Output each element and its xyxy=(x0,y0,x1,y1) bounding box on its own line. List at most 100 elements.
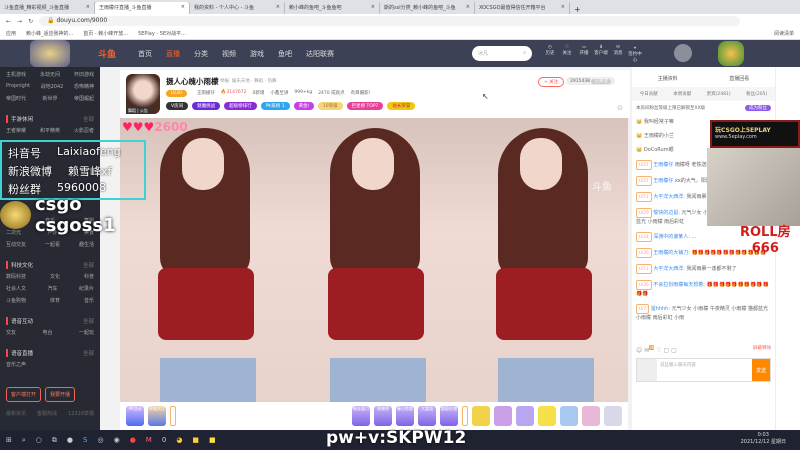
chat-username[interactable]: 不会拉扮雨檬每天想着: xyxy=(653,282,705,288)
chat-username[interactable]: 王雨檬的大铺刀: xyxy=(653,250,690,256)
chat-username[interactable]: 王雨檬仔 xyxy=(653,178,673,184)
sidebar-item[interactable]: 新世界 xyxy=(42,95,57,107)
sidebar-item[interactable]: 主机游戏 xyxy=(6,71,26,83)
chat-username[interactable]: 王雨檬仔 xyxy=(653,162,673,168)
tab-replay[interactable]: 直播回看 xyxy=(729,75,749,82)
bookmark[interactable]: 应用 xyxy=(6,30,16,37)
gift-pk[interactable]: PK活动 xyxy=(126,406,144,426)
sidebar-item[interactable]: 恐怖精神 xyxy=(74,83,94,95)
location-icon[interactable]: ⌖ 签约中心 xyxy=(628,45,642,63)
app-icon[interactable]: M xyxy=(146,436,152,444)
avatar-tag[interactable]: 公告 xyxy=(140,108,148,113)
sidebar-item[interactable]: 战地2042 xyxy=(41,83,64,95)
user-avatar[interactable] xyxy=(674,44,692,62)
start-broadcast-button[interactable]: 我要开播 xyxy=(45,387,76,402)
app-icon[interactable]: ● xyxy=(67,436,73,444)
back-icon[interactable]: ← xyxy=(6,18,11,25)
sidebar-item[interactable]: 趣生活 xyxy=(79,241,94,253)
gift-item[interactable] xyxy=(560,406,578,426)
nav-league[interactable]: 达阳联赛 xyxy=(306,49,334,59)
browser-tab[interactable]: 斗鱼直播_精彩视频_斗鱼直播 × xyxy=(0,2,95,14)
tab-streamer-info[interactable]: 主播资料 xyxy=(658,75,678,82)
broadcast-icon[interactable]: ▭ 开播 xyxy=(577,45,591,56)
follow-icon[interactable]: ♡ 关注 xyxy=(560,45,574,56)
streamer-name[interactable]: 王雨檬仔 xyxy=(197,90,215,97)
start-icon[interactable]: ⊞ xyxy=(6,436,12,444)
video-player[interactable]: ♥♥♥2600 斗鱼 xyxy=(120,118,628,402)
app-icon[interactable]: ■ xyxy=(209,436,216,444)
clock[interactable]: 0:03 2021/12/12 星期日 xyxy=(741,432,786,445)
category-breadcrumb[interactable]: 娱乐天地 · 舞蹈 · 热舞 xyxy=(232,79,277,84)
sidebar-item[interactable]: 一起看 xyxy=(45,241,60,253)
app-icon[interactable]: ◎ xyxy=(97,436,103,444)
sidebar-item[interactable]: 火影忍者 xyxy=(74,127,94,139)
tab-fans[interactable]: 粉丝(205) xyxy=(746,91,767,97)
browser-tab[interactable]: 赖小峰的鱼吧_斗鱼鱼吧 × xyxy=(285,2,380,14)
nav-home[interactable]: 首页 xyxy=(138,49,152,59)
room-badge[interactable]: 黄金I xyxy=(293,102,314,110)
tab-vip[interactable]: 贵宾(2481) xyxy=(707,91,731,97)
gift-item[interactable] xyxy=(582,406,600,426)
url-input[interactable]: 🔒 douyu.com/9000 xyxy=(39,16,740,26)
room-badge[interactable]: 站长荣誉 xyxy=(387,102,416,110)
nav-category[interactable]: 分类 xyxy=(194,49,208,59)
join-fans-button[interactable]: 成为粉丝 xyxy=(745,105,771,111)
sidebar-item[interactable]: 音乐之声 xyxy=(6,361,26,373)
tab-today[interactable]: 今日贡献 xyxy=(640,91,658,97)
history-icon[interactable]: ◷ 历史 xyxy=(543,45,557,56)
gift-item[interactable]: 粉丝荟口 xyxy=(352,406,370,426)
new-tab-icon[interactable]: + xyxy=(570,5,585,14)
sidebar-item[interactable]: 怀旧游戏 xyxy=(74,71,94,83)
nav-live[interactable]: 直播 xyxy=(166,49,180,59)
sidebar-item[interactable]: Propnight xyxy=(6,83,30,95)
send-button[interactable]: 发送 xyxy=(751,359,770,381)
gift-item[interactable]: 大富翁 xyxy=(418,406,436,426)
report-link[interactable]: 举报 xyxy=(220,79,229,84)
sidebar-item[interactable]: 汽车 xyxy=(47,285,57,297)
gift-item[interactable]: 荣誉榜 xyxy=(374,406,392,426)
browser-tab[interactable]: 我的资料 - 个人中心 - 斗鱼 × xyxy=(190,2,285,14)
app-icon[interactable]: ● xyxy=(130,436,136,444)
reload-icon[interactable]: ↻ xyxy=(28,18,33,25)
sidebar-item[interactable]: 王者荣耀 xyxy=(6,127,26,139)
browser-tab[interactable]: 斯的ssl分类_赖小峰的鱼吧_斗鱼 × xyxy=(380,2,475,14)
shield-effects-toggle[interactable]: 屏蔽特效 xyxy=(753,345,771,351)
room-badge[interactable]: 魅魔挑战 xyxy=(192,102,221,110)
more-link[interactable]: 全部 xyxy=(83,317,94,325)
chat-username[interactable]: 愉快的边鼠: xyxy=(653,210,680,216)
sidebar-item[interactable]: 帝国崛起 xyxy=(74,95,94,107)
expand-icon[interactable] xyxy=(170,406,176,426)
tab-week[interactable]: 本周贡献 xyxy=(673,91,691,97)
client-icon[interactable]: ⬇ 客户端 xyxy=(594,45,608,56)
message-icon[interactable]: ✉ 消息 xyxy=(611,45,625,56)
sidebar-item[interactable]: 数码科技 xyxy=(6,273,26,285)
chat-username[interactable]: 大平洋大西洋: xyxy=(653,194,685,200)
taskview-icon[interactable]: ⧉ xyxy=(52,436,57,445)
more-link[interactable]: 全部 xyxy=(83,115,94,123)
room-badge[interactable]: PK排榜 1 xyxy=(260,102,290,110)
chat-username[interactable]: 大平洋大西洋: xyxy=(653,266,685,272)
settings-icon[interactable]: ⊙ xyxy=(617,104,623,112)
room-badge[interactable]: V房间 xyxy=(166,102,189,110)
gift-item[interactable] xyxy=(516,406,534,426)
footer-link[interactable]: 12318举报 xyxy=(68,410,94,422)
chat-input[interactable]: 说些输入聊天内容 xyxy=(657,359,752,381)
cortana-icon[interactable]: ○ xyxy=(36,436,42,444)
app-icon[interactable]: 0 xyxy=(162,436,166,444)
forward-icon[interactable]: → xyxy=(17,18,22,25)
gift-item[interactable]: 超值礼物 xyxy=(440,406,458,426)
footer-link[interactable]: 最新资讯 xyxy=(6,410,26,422)
sidebar-item[interactable]: 一起玩 xyxy=(79,329,94,341)
more-link[interactable]: 全部 xyxy=(83,261,94,269)
sidebar-item[interactable]: 和平精英 xyxy=(40,127,60,139)
sidebar-item[interactable]: 纪录片 xyxy=(79,285,94,297)
gift-hall[interactable]: 开放大厅 xyxy=(148,406,166,426)
sidebar-item[interactable]: 互动交友 xyxy=(6,241,26,253)
chat-username[interactable]: 深渊中的谦某人: xyxy=(653,234,690,240)
room-badge[interactable]: 超级榜排行 xyxy=(224,102,257,110)
gift-item[interactable] xyxy=(494,406,512,426)
follow-button[interactable]: + 关注 xyxy=(538,77,565,87)
nav-video[interactable]: 视频 xyxy=(222,49,236,59)
gift-item[interactable]: 春日惊喜 xyxy=(396,406,414,426)
sidebar-item[interactable]: 电台 xyxy=(42,329,52,341)
